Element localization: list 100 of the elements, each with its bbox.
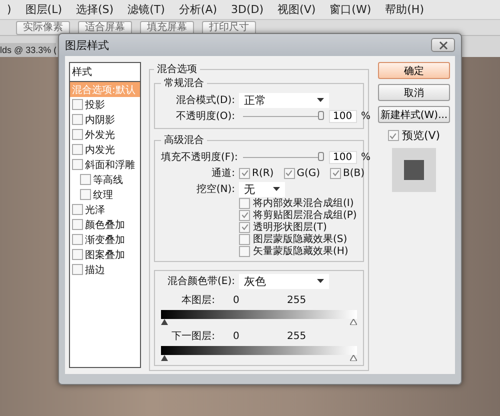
style-label: 等高线 [93,174,123,186]
checkbox[interactable] [80,174,91,185]
caret-icon [317,98,324,102]
checkbox[interactable] [388,130,399,141]
checkbox[interactable] [239,234,250,244]
checkbox[interactable] [72,114,83,125]
dialog-button[interactable]: 确定 [378,62,450,79]
checkbox[interactable] [239,210,250,220]
checkbox-label: 矢量蒙版隐藏效果(H) [253,244,348,258]
checkbox[interactable] [284,168,295,178]
style-label: 颜色叠加 [85,218,125,232]
checkbox[interactable] [330,168,342,178]
checkbox[interactable] [239,198,250,208]
style-item[interactable]: 渐变叠加 [70,232,140,247]
checkbox[interactable] [72,129,83,140]
checkbox[interactable] [72,219,83,230]
style-label: 投影 [85,98,105,112]
group-title: 高级混合 [163,134,205,147]
checkbox-label: G(G) [296,168,320,178]
field-label: 混合模式(D): [175,94,235,107]
style-item[interactable]: 描边 [70,262,140,277]
field-label: 通道: [210,166,235,180]
style-item[interactable]: 颜色叠加 [70,217,140,232]
checkbox[interactable] [72,249,83,260]
checkbox[interactable] [239,222,250,232]
checkbox[interactable] [72,144,83,155]
range-value: 0 [233,294,240,306]
checkbox-label: 预览(V) [402,128,440,143]
checkbox[interactable] [72,159,83,170]
checkbox-label: 透明形状图层(T) [253,220,327,234]
checkbox[interactable] [239,246,250,256]
dropdown[interactable]: 灰色 [239,274,329,288]
field-label: 下一图层: [170,330,215,343]
style-item[interactable]: 图案叠加 [70,247,140,262]
checkbox-label: 将剪贴图层混合成组(P) [253,208,357,222]
dropdown[interactable]: 无 [239,182,285,196]
unit-label: % [361,152,371,162]
style-label: 混合选项:默认 [72,84,136,96]
menu-item[interactable]: 3D(D) [224,3,271,16]
menu-item[interactable]: 分析(A) [172,2,224,17]
checkbox-label: 将内部效果混合成组(I) [253,196,354,210]
slider-thumb[interactable] [318,110,324,120]
dialog-title: 图层样式 [65,38,109,52]
dialog-button[interactable]: 取消 [378,84,450,101]
menu-item[interactable]: 视图(V) [270,2,323,17]
menu-item[interactable]: 图层(L) [18,2,70,17]
checkbox[interactable] [239,168,250,178]
number-field[interactable]: 100 [329,150,357,164]
style-label: 光泽 [85,204,105,216]
menu-item[interactable]: 帮助(H) [378,2,431,17]
caret-icon [273,187,280,191]
checkbox[interactable] [72,99,83,110]
field-label: 不透明度(O): [174,110,235,123]
field-label: 挖空(N): [195,182,235,196]
checkbox[interactable] [72,264,83,275]
group-title: 混合选项 [156,62,198,76]
field-label: 本图层: [180,294,215,307]
menu-item[interactable]: 滤镜(T) [120,2,172,17]
style-item[interactable]: 等高线 [70,172,140,187]
range-value: 255 [287,294,306,306]
style-item[interactable]: 光泽 [70,202,140,217]
range-value: 255 [287,330,306,342]
style-item[interactable]: 内发光 [70,142,140,157]
checkbox-label: R(R) [252,168,274,178]
style-item[interactable]: 纹理 [70,187,140,202]
toolbar-button[interactable]: 实际像素 [16,21,70,35]
dialog-button[interactable]: 新建样式(W)... [378,106,450,123]
menu-item[interactable]: 选择(S) [69,2,121,17]
preview-swatch [392,148,436,192]
caret-icon [317,279,324,283]
checkbox-label: B(B) [343,168,365,178]
close-button[interactable] [431,38,455,52]
menu-item[interactable]: 窗口(W) [322,2,378,17]
range-value: 0 [233,330,240,342]
style-label: 渐变叠加 [85,234,125,246]
style-item[interactable]: 外发光 [70,127,140,142]
menu-item[interactable]: ) [0,3,18,16]
style-item[interactable]: 斜面和浮雕 [70,157,140,172]
style-item[interactable]: 内阴影 [70,112,140,127]
dropdown[interactable]: 正常 [239,92,329,108]
style-label: 内阴影 [85,114,115,126]
style-label: 内发光 [85,144,115,156]
unit-label: % [361,110,371,122]
checkbox-label: 图层蒙版隐藏效果(S) [253,232,348,246]
field-label: 填充不透明度(F): [161,150,235,164]
group-title: 常规混合 [163,76,205,90]
style-label: 纹理 [93,188,113,202]
checkbox[interactable] [72,204,83,215]
checkbox[interactable] [80,189,91,200]
style-label: 描边 [85,264,105,276]
number-field[interactable]: 100 [329,110,357,122]
style-label: 图案叠加 [85,248,125,262]
dropdown-value: 灰色 [244,274,266,288]
style-label: 斜面和浮雕 [85,158,135,172]
slider-thumb[interactable] [318,152,324,160]
dropdown-value: 正常 [244,92,266,108]
checkbox[interactable] [72,234,83,245]
style-item[interactable]: 投影 [70,97,140,112]
dropdown-value: 无 [244,182,255,196]
field-label: 混合颜色带(E): [166,274,235,288]
